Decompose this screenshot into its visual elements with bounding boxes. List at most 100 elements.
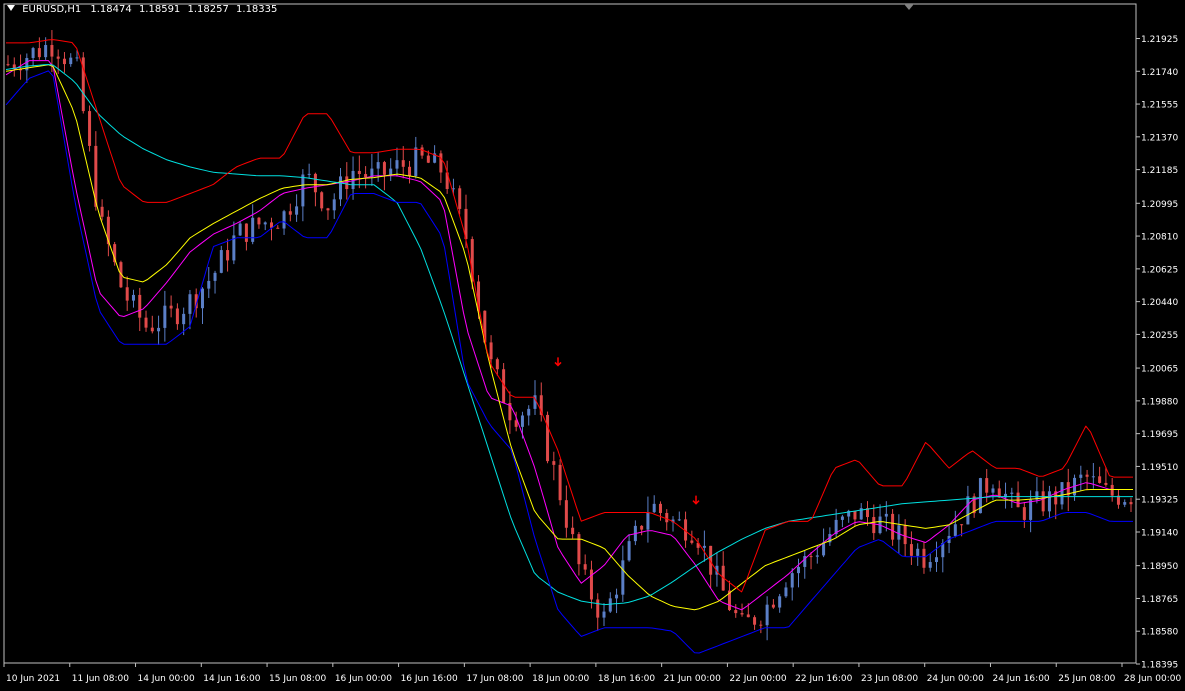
candle-body	[646, 512, 650, 530]
candle-body	[822, 542, 826, 556]
candle-body	[389, 168, 393, 175]
candle-body	[1129, 502, 1133, 505]
y-tick-label: 1.20440	[1141, 298, 1178, 308]
candle-body	[903, 525, 907, 545]
candle-body	[339, 176, 343, 200]
price-chart[interactable]: 1.21925 1.21740 1.21555 1.21370 1.21185 1.209…	[0, 0, 1185, 691]
low-price: 1.18257	[187, 4, 229, 15]
candle-body	[182, 313, 186, 325]
y-tick-label: 1.19325	[1141, 496, 1178, 506]
x-tick-label: 11 Jun 08:00	[72, 674, 129, 684]
candle-body	[163, 305, 167, 328]
y-tick-label: 1.21555	[1141, 101, 1178, 111]
symbol-info-bar[interactable]: EURUSD,H1 1.18474 1.18591 1.18257 1.1833…	[7, 3, 281, 17]
candle-body	[439, 153, 443, 173]
candle-body	[564, 500, 568, 528]
candle-body	[815, 555, 819, 557]
candle-body	[790, 573, 794, 588]
candle-body	[88, 111, 92, 146]
close-price: 1.18335	[236, 4, 278, 15]
candle-body	[357, 170, 361, 175]
x-tick-label: 14 Jun 00:00	[138, 674, 195, 684]
candle-body	[690, 540, 694, 543]
y-tick-label: 1.18580	[1141, 628, 1178, 638]
x-tick-label: 16 Jun 16:00	[401, 674, 458, 684]
symbol-timeframe: EURUSD,H1	[22, 4, 82, 15]
candle-body	[376, 162, 380, 169]
x-tick-label: 22 Jun 16:00	[795, 674, 852, 684]
candle-body	[527, 408, 531, 416]
candle-body	[219, 250, 223, 273]
candle-body	[809, 556, 813, 558]
candle-body	[326, 208, 330, 211]
candle-body	[665, 513, 669, 523]
candle-body	[897, 525, 901, 540]
candle-body	[332, 199, 336, 211]
candle-body	[784, 587, 788, 597]
candle-body	[175, 308, 179, 325]
candle-body	[125, 287, 129, 301]
candle-body	[922, 548, 926, 568]
candle-body	[288, 211, 292, 215]
candle-body	[157, 327, 161, 332]
x-tick-label: 24 Jun 16:00	[992, 674, 1049, 684]
candle-body	[840, 516, 844, 520]
x-tick-label: 16 Jun 00:00	[335, 674, 392, 684]
y-tick-label: 1.19695	[1141, 430, 1178, 440]
triangle-down-icon[interactable]	[7, 5, 15, 11]
x-tick-label: 24 Jun 00:00	[927, 674, 984, 684]
candle-body	[753, 617, 757, 625]
candle-body	[796, 566, 800, 574]
candle-body	[238, 223, 242, 236]
candle-body	[1104, 482, 1108, 485]
candle-body	[226, 250, 230, 261]
x-tick-label: 22 Jun 00:00	[729, 674, 786, 684]
x-tick-label: 18 Jun 16:00	[598, 674, 655, 684]
x-tick-label: 25 Jun 08:00	[1058, 674, 1115, 684]
y-tick-label: 1.21185	[1141, 166, 1178, 176]
candle-body	[1022, 507, 1026, 520]
candle-body	[75, 57, 79, 59]
candle-body	[426, 155, 430, 163]
candle-body	[734, 610, 738, 614]
candle-body	[621, 560, 625, 595]
y-tick-label: 1.20065	[1141, 365, 1178, 375]
candle-body	[188, 294, 192, 314]
candle-body	[257, 217, 261, 225]
candle-body	[213, 272, 217, 281]
candle-body	[244, 223, 248, 242]
candle-body	[131, 294, 135, 301]
candle-body	[608, 598, 612, 612]
x-tick-label: 28 Jun 00:00	[1124, 674, 1181, 684]
candle-body	[100, 206, 104, 217]
candle-body	[558, 464, 562, 501]
x-tick-label: 18 Jun 00:00	[532, 674, 589, 684]
candle-body	[596, 599, 600, 618]
candle-body	[1010, 492, 1014, 494]
y-tick-label: 1.19510	[1141, 463, 1178, 473]
candle-body	[144, 317, 148, 328]
candle-body	[1041, 491, 1045, 512]
x-tick-label: 10 Jun 2021	[6, 674, 60, 684]
candle-body	[313, 173, 317, 193]
candle-body	[583, 564, 587, 570]
candle-body	[138, 294, 142, 318]
candle-body	[414, 147, 418, 176]
candle-body	[658, 503, 662, 514]
y-tick-label: 1.19140	[1141, 528, 1178, 538]
y-tick-label: 1.20995	[1141, 200, 1178, 210]
candle-body	[928, 562, 932, 568]
candle-body	[652, 503, 656, 513]
candle-body	[301, 174, 305, 207]
candle-body	[884, 513, 888, 517]
x-tick-label: 15 Jun 08:00	[269, 674, 326, 684]
x-tick-label: 23 Jun 08:00	[861, 674, 918, 684]
candle-body	[960, 524, 964, 526]
candle-body	[62, 58, 66, 65]
x-tick-label: 14 Jun 16:00	[203, 674, 260, 684]
y-tick-label: 1.21925	[1141, 35, 1178, 45]
candle-body	[677, 519, 681, 521]
candle-body	[56, 56, 60, 59]
candle-body	[1029, 499, 1033, 520]
candle-body	[1079, 474, 1083, 478]
